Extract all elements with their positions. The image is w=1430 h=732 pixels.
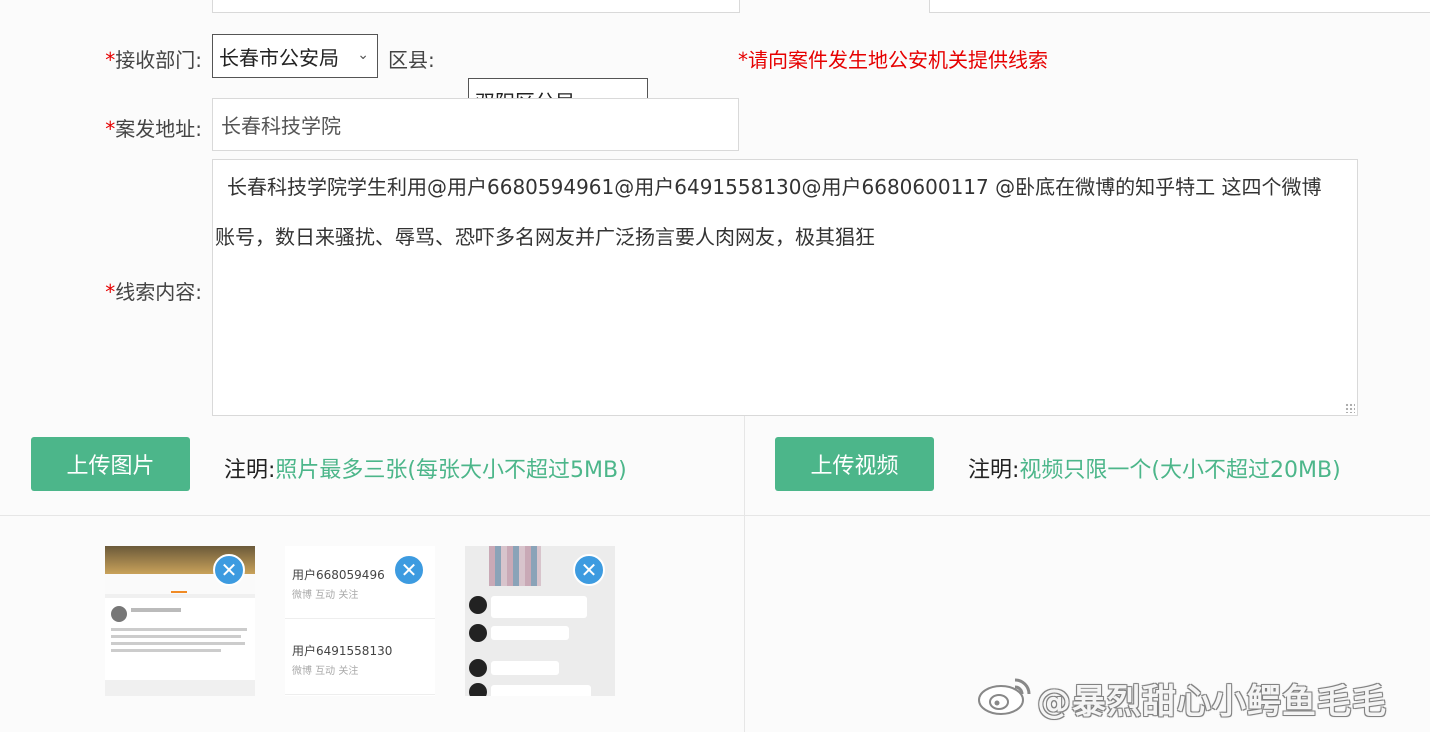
watermark-text: @暴烈甜心小鳄鱼毛毛 [1037, 682, 1387, 722]
remove-image-3-button[interactable]: ✕ [573, 554, 605, 586]
resize-grip-icon[interactable] [1345, 403, 1355, 413]
clue-text-line1: 长春科技学院学生利用@用户6680594961@用户6491558130@用户6… [227, 175, 1322, 199]
remove-image-1-button[interactable]: ✕ [213, 554, 245, 586]
uploaded-image-1: ✕ [105, 546, 255, 696]
section-divider [0, 515, 1430, 516]
dept-select[interactable]: 长春市公安局 ⌄ [212, 34, 378, 78]
dept-notice: *请向案件发生地公安机关提供线索 [738, 48, 1048, 72]
previous-input-field-right[interactable] [929, 0, 1430, 13]
previous-input-field[interactable] [212, 0, 740, 13]
close-icon: ✕ [220, 558, 238, 582]
weibo-icon [975, 672, 1035, 718]
county-label: 区县: [388, 48, 435, 72]
dept-select-value: 长春市公安局 [219, 45, 339, 70]
uploaded-image-2: 用户668059496 微博 互动 关注 用户6491558130 微博 互动 … [285, 546, 435, 696]
upload-image-button[interactable]: 上传图片 [31, 437, 190, 491]
dept-label: *接收部门: [105, 48, 202, 72]
address-value: 长春科技学院 [221, 114, 341, 138]
clue-textarea[interactable]: 长春科技学院学生利用@用户6680594961@用户6491558130@用户6… [212, 159, 1358, 416]
address-label: *案发地址: [105, 117, 202, 141]
image-hint: 注明:照片最多三张(每张大小不超过5MB) [224, 458, 627, 483]
column-divider [744, 416, 745, 732]
close-icon: ✕ [400, 558, 418, 582]
chevron-down-icon: ⌄ [357, 47, 369, 64]
image-post [105, 598, 255, 680]
remove-image-2-button[interactable]: ✕ [393, 554, 425, 586]
thumb2-user2-name: 用户6491558130 [292, 644, 393, 658]
thumb2-user1-name: 用户668059496 [292, 568, 385, 582]
clue-label: *线索内容: [105, 280, 202, 304]
upload-video-button[interactable]: 上传视频 [775, 437, 934, 491]
address-input[interactable]: 长春科技学院 [212, 98, 739, 151]
pixelated-photo [489, 546, 541, 586]
close-icon: ✕ [580, 558, 598, 582]
video-hint: 注明:视频只限一个(大小不超过20MB) [968, 458, 1341, 483]
uploaded-image-3: ✕ [465, 546, 615, 696]
thumb2-user2-sub: 微博 互动 关注 [292, 666, 359, 677]
clue-text-line2: 账号，数日来骚扰、辱骂、恐吓多名网友并广泛扬言要人肉网友，极其猖狂 [215, 225, 875, 249]
thumb2-user1-sub: 微博 互动 关注 [292, 590, 359, 601]
